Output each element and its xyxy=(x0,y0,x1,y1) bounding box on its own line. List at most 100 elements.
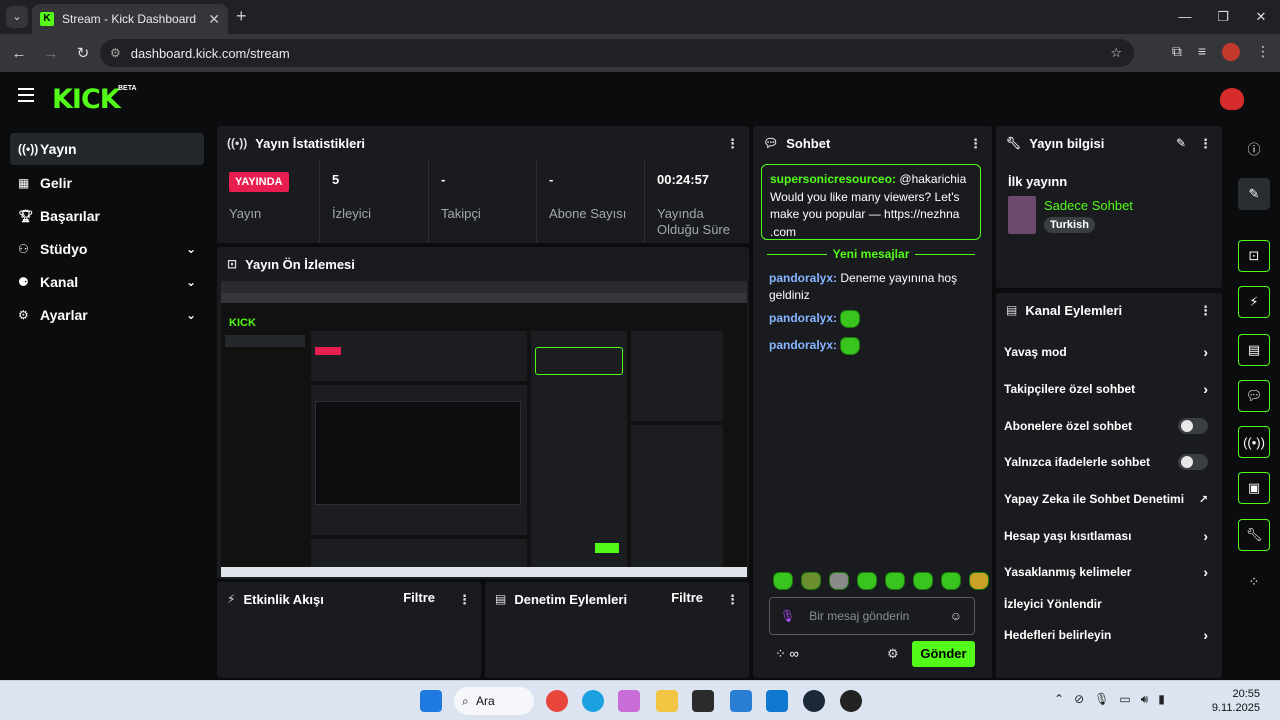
filter-button[interactable]: Filtre xyxy=(403,590,435,605)
edge-icon[interactable] xyxy=(582,690,604,712)
wrench-icon[interactable]: 🔧︎ xyxy=(1238,519,1270,551)
user-avatar[interactable] xyxy=(1220,88,1244,110)
more-options-icon[interactable]: ⋮ xyxy=(726,592,739,608)
chevron-up-icon[interactable]: ⌃ xyxy=(1054,692,1064,707)
minimize-button[interactable]: — xyxy=(1166,0,1204,34)
obs-icon[interactable] xyxy=(840,690,862,712)
document-icon[interactable]: ▤ xyxy=(1238,334,1270,366)
emote-icon[interactable] xyxy=(801,572,821,590)
apps-icon[interactable]: ⁘ xyxy=(1238,566,1270,598)
site-info-icon[interactable]: ⚙ xyxy=(110,46,121,60)
action-emote-only[interactable]: Yalnızca ifadelerle sohbet xyxy=(1004,451,1214,473)
chat-bubble-icon[interactable]: 💬︎ xyxy=(1238,380,1270,412)
emote-icon[interactable] xyxy=(829,572,849,590)
emote-icon[interactable] xyxy=(969,572,989,590)
action-slow-mode[interactable]: Yavaş mod › xyxy=(1004,341,1214,363)
maximize-button[interactable]: ❐ xyxy=(1204,0,1242,34)
layout-icon[interactable]: ▣ xyxy=(1238,472,1270,504)
bookmark-star-icon[interactable]: ☆ xyxy=(1110,45,1122,61)
network-off-icon[interactable]: ⊘ xyxy=(1074,692,1084,707)
extensions-icon[interactable]: ⧉ xyxy=(1172,43,1182,61)
microphone-icon[interactable]: 🎙︎ xyxy=(780,609,795,623)
copilot-icon[interactable] xyxy=(618,690,640,712)
more-options-icon[interactable]: ⋮ xyxy=(458,592,471,608)
windows-start-icon[interactable] xyxy=(420,690,442,712)
taskbar-search[interactable]: ⌕ Ara xyxy=(454,687,534,715)
more-options-icon[interactable]: ⋮ xyxy=(1199,136,1212,152)
preview-toggle-icon[interactable]: ⊡ xyxy=(1238,240,1270,272)
info-icon[interactable]: ⓘ xyxy=(1238,132,1270,164)
close-window-button[interactable]: ✕ xyxy=(1242,0,1280,34)
microphone-icon[interactable]: 🎙︎ xyxy=(1094,692,1109,707)
new-tab-button[interactable]: + xyxy=(236,6,247,27)
action-subscribers-only[interactable]: Abonelere özel sohbet xyxy=(1004,415,1214,437)
sidebar-item-basarilar[interactable]: 🏆︎ Başarılar xyxy=(10,200,204,232)
subscribers-only-toggle[interactable] xyxy=(1178,418,1208,434)
close-tab-icon[interactable]: ✕ xyxy=(208,11,220,28)
send-button[interactable]: Gönder xyxy=(912,641,975,667)
more-options-icon[interactable]: ⋮ xyxy=(969,136,982,152)
action-banned-words[interactable]: Yasaklanmış kelimeler › xyxy=(1004,561,1214,583)
sidebar-item-kanal[interactable]: ⚈ Kanal ⌄ xyxy=(10,266,204,298)
menu-icon[interactable] xyxy=(18,88,34,102)
chat-settings-icon[interactable]: ⚙ xyxy=(887,646,899,662)
more-options-icon[interactable]: ⋮ xyxy=(726,136,739,152)
sidebar-item-yayin[interactable]: ((•)) Yayın xyxy=(10,133,204,165)
sidebar-item-studyo[interactable]: ⚇ Stüdyo ⌄ xyxy=(10,233,204,265)
emote-only-toggle[interactable] xyxy=(1178,454,1208,470)
emote-icon[interactable] xyxy=(941,572,961,590)
action-ai-moderation[interactable]: Yapay Zeka ile Sohbet Denetimi ↗ xyxy=(1004,488,1214,510)
file-explorer-icon[interactable] xyxy=(656,690,678,712)
category-thumbnail[interactable] xyxy=(1008,196,1036,234)
new-messages-divider[interactable]: Yeni mesajlar xyxy=(761,246,981,262)
category-link[interactable]: Sadece Sohbet xyxy=(1044,198,1133,213)
sidebar-item-ayarlar[interactable]: ⚙ Ayarlar ⌄ xyxy=(10,299,204,331)
kick-logo[interactable]: KICK xyxy=(52,84,121,115)
reload-icon[interactable]: ↻ xyxy=(70,44,96,62)
more-options-icon[interactable]: ⋮ xyxy=(1199,303,1212,319)
action-account-age[interactable]: Hesap yaşı kısıtlaması › xyxy=(1004,525,1214,547)
chat-input[interactable]: 🎙︎ Bir mesaj gönderin ☺ xyxy=(769,597,975,635)
stream-preview[interactable]: KICK xyxy=(221,281,747,577)
remote-desktop-icon[interactable] xyxy=(766,690,788,712)
action-followers-only[interactable]: Takipçilere özel sohbet › xyxy=(1004,378,1214,400)
profile-avatar[interactable] xyxy=(1222,43,1240,61)
volume-icon[interactable]: 🔊︎ xyxy=(1141,692,1149,707)
battery-icon[interactable]: ▮ xyxy=(1158,692,1165,707)
url-bar[interactable]: ⚙ dashboard.kick.com/stream ☆ xyxy=(100,39,1134,67)
sticky-notes-icon[interactable] xyxy=(692,690,714,712)
points-icon[interactable]: ⁘ ∞ xyxy=(775,646,799,662)
highlighted-message[interactable]: supersonicresourceo: @hakarichia Would y… xyxy=(761,164,981,240)
back-icon[interactable]: ← xyxy=(6,45,32,62)
store-icon[interactable] xyxy=(730,690,752,712)
clock[interactable]: 20:55 9.11.2025 xyxy=(1212,687,1260,715)
steam-icon[interactable] xyxy=(803,690,825,712)
emote-icon[interactable] xyxy=(773,572,793,590)
chevron-down-icon: ⌄ xyxy=(185,242,196,256)
action-set-goals[interactable]: Hedefleri belirleyin › xyxy=(1004,624,1214,646)
browser-tab[interactable]: K Stream - Kick Dashboard ✕ xyxy=(32,4,228,34)
action-raid[interactable]: İzleyici Yönlendir xyxy=(1004,593,1214,615)
lightning-icon[interactable]: ⚡︎ xyxy=(1238,286,1270,318)
tab-search-button[interactable]: ⌄ xyxy=(6,6,28,28)
filter-button[interactable]: Filtre xyxy=(671,590,703,605)
chat-username[interactable]: pandoralyx: xyxy=(769,311,837,325)
sidebar-item-gelir[interactable]: ▦ Gelir xyxy=(10,167,204,199)
edit-icon[interactable]: ✎ xyxy=(1238,178,1270,210)
browser-menu-icon[interactable]: ⋮ xyxy=(1256,43,1270,61)
preview-mini-addressbar xyxy=(221,293,747,303)
chrome-icon[interactable] xyxy=(546,690,568,712)
chat-username[interactable]: pandoralyx: xyxy=(769,271,837,285)
emote-icon[interactable] xyxy=(913,572,933,590)
emote-icon[interactable] xyxy=(885,572,905,590)
media-icon[interactable]: ≡ xyxy=(1198,43,1206,61)
tag-chip[interactable]: Turkish xyxy=(1044,217,1095,233)
broadcast-icon[interactable]: ((•)) xyxy=(1238,426,1270,458)
emoji-icon[interactable]: ☺ xyxy=(950,609,962,623)
pencil-icon[interactable]: ✎ xyxy=(1176,136,1186,150)
chat-username[interactable]: supersonicresourceo: xyxy=(770,172,896,186)
emote-icon[interactable] xyxy=(857,572,877,590)
chat-username[interactable]: pandoralyx: xyxy=(769,338,837,352)
display-icon[interactable]: ▭ xyxy=(1119,692,1130,707)
forward-icon[interactable]: → xyxy=(38,45,64,62)
